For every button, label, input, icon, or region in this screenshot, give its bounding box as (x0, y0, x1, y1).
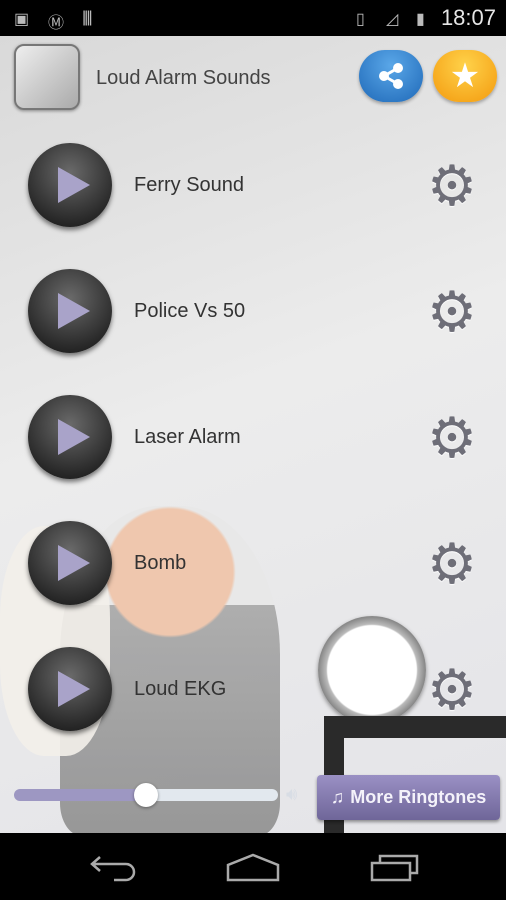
navigation-bar (0, 833, 506, 900)
speaker-icon: 🔊︎ (286, 784, 298, 804)
header: Loud Alarm Sounds ★ (0, 36, 506, 116)
barcode-icon: |||| (82, 9, 93, 26)
back-icon[interactable] (88, 853, 136, 883)
gear-icon[interactable]: ⚙ (424, 158, 480, 214)
play-button[interactable] (28, 521, 112, 605)
signal-icon: ◿ (386, 11, 399, 28)
volume-fill (14, 789, 146, 801)
recent-apps-icon[interactable] (370, 853, 420, 883)
play-button[interactable] (28, 647, 112, 731)
sound-name: Ferry Sound (134, 174, 245, 196)
sim-blocked-icon: ▯ (356, 11, 365, 28)
sound-name: Loud EKG (134, 678, 227, 700)
play-icon (58, 293, 90, 329)
list-item: Laser Alarm ⚙ (0, 388, 506, 488)
play-icon (58, 419, 90, 455)
play-icon (58, 671, 90, 707)
battery-charging-icon: ▮ (416, 11, 425, 28)
motorola-icon: Ⓜ (48, 15, 65, 32)
sound-name: Bomb (134, 552, 187, 574)
sound-name: Laser Alarm (134, 426, 241, 448)
app-screen: Loud Alarm Sounds ★ Ferry Sound ⚙ Police… (0, 36, 506, 833)
list-item: Loud EKG ⚙ (0, 640, 506, 740)
play-button[interactable] (28, 395, 112, 479)
share-button[interactable] (359, 50, 423, 102)
music-note-icon: ♫ (330, 787, 345, 807)
rate-button[interactable]: ★ (433, 50, 497, 102)
list-item: Police Vs 50 ⚙ (0, 262, 506, 362)
gear-icon[interactable]: ⚙ (424, 662, 480, 718)
star-icon: ★ (449, 57, 481, 95)
more-ringtones-button[interactable]: ♫ More Ringtones (317, 775, 500, 820)
list-item: Ferry Sound ⚙ (0, 136, 506, 236)
share-icon (379, 63, 403, 89)
gear-icon[interactable]: ⚙ (424, 536, 480, 592)
play-button[interactable] (28, 269, 112, 353)
volume-slider[interactable] (14, 783, 278, 807)
app-icon (14, 44, 80, 110)
play-icon (58, 167, 90, 203)
volume-thumb[interactable] (134, 783, 158, 807)
list-item: Bomb ⚙ (0, 514, 506, 614)
gear-icon[interactable]: ⚙ (424, 410, 480, 466)
more-ringtones-label: More Ringtones (350, 787, 487, 807)
gear-icon[interactable]: ⚙ (424, 284, 480, 340)
page-title: Loud Alarm Sounds (96, 67, 271, 89)
play-icon (58, 545, 90, 581)
clock: 18:07 (440, 5, 496, 30)
gallery-icon: ▣ (14, 11, 30, 28)
sound-name: Police Vs 50 (134, 300, 246, 322)
play-button[interactable] (28, 143, 112, 227)
home-icon[interactable] (226, 853, 280, 883)
status-bar: ▣ Ⓜ |||| ▯ ◿ ▮ 18:07 (0, 0, 506, 36)
